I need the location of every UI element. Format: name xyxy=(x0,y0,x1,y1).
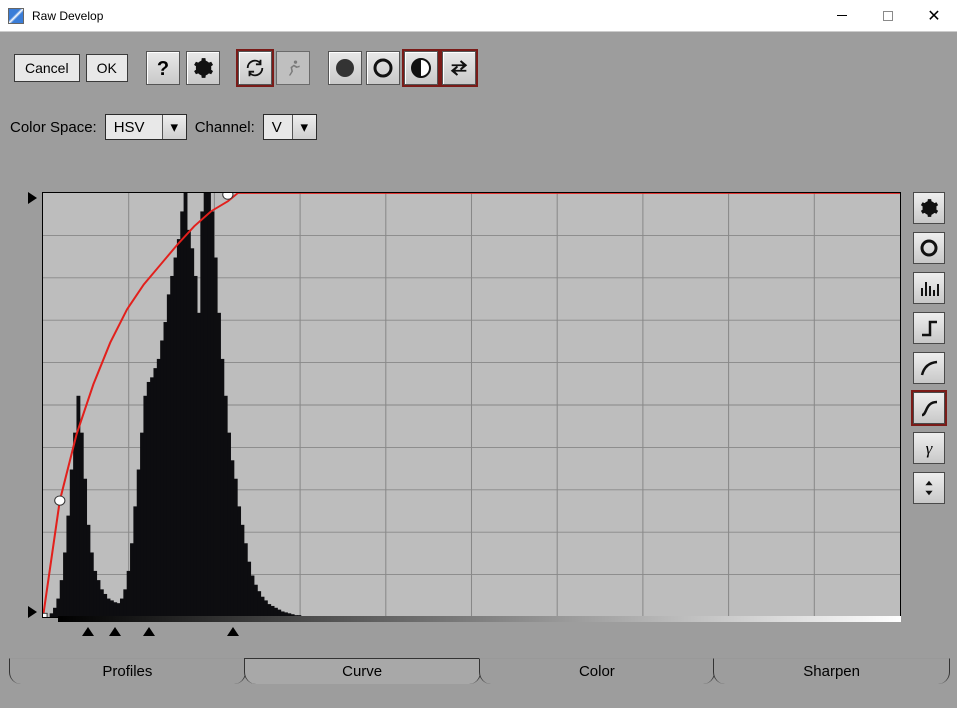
curve-canvas[interactable] xyxy=(42,192,901,618)
gear-icon xyxy=(919,198,939,218)
svg-text:γ: γ xyxy=(926,439,934,458)
running-man-icon xyxy=(283,58,303,78)
close-button[interactable]: ✕ xyxy=(911,0,957,32)
expand-button[interactable] xyxy=(913,472,945,504)
histogram-tool-button[interactable] xyxy=(913,272,945,304)
histogram-icon xyxy=(919,278,939,298)
histogram-marker[interactable] xyxy=(82,627,94,636)
step-curve-button[interactable] xyxy=(913,312,945,344)
tab-curve[interactable]: Curve xyxy=(244,658,481,684)
histogram-marker[interactable] xyxy=(109,627,121,636)
channel-value: V xyxy=(272,119,292,136)
circle-outline-icon xyxy=(919,238,939,258)
expand-icon xyxy=(920,479,938,497)
channel-label: Channel: xyxy=(195,119,255,136)
s-curve-icon xyxy=(919,398,939,418)
tab-sharpen[interactable]: Sharpen xyxy=(713,658,950,684)
log-curve-button[interactable] xyxy=(913,352,945,384)
step-icon xyxy=(919,318,939,338)
range-bottom-marker[interactable] xyxy=(28,606,37,618)
minimize-button[interactable] xyxy=(819,0,865,32)
histogram-marker[interactable] xyxy=(227,627,239,636)
window-title: Raw Develop xyxy=(32,9,103,23)
circle-outline-icon xyxy=(371,56,395,80)
swap-button[interactable] xyxy=(442,51,476,85)
tab-profiles[interactable]: Profiles xyxy=(9,658,246,684)
help-button[interactable]: ? xyxy=(146,51,180,85)
circle-tool-button[interactable] xyxy=(913,232,945,264)
refresh-button[interactable] xyxy=(238,51,272,85)
circle-filled-button[interactable] xyxy=(328,51,362,85)
chevron-down-icon: ▾ xyxy=(292,115,316,139)
gamma-icon: γ xyxy=(919,438,939,458)
app-icon xyxy=(8,8,24,24)
side-settings-button[interactable] xyxy=(913,192,945,224)
cancel-button[interactable]: Cancel xyxy=(14,54,80,82)
run-button[interactable] xyxy=(276,51,310,85)
half-circle-button[interactable] xyxy=(404,51,438,85)
channel-select[interactable]: V ▾ xyxy=(263,114,317,140)
ok-button[interactable]: OK xyxy=(86,54,128,82)
settings-button[interactable] xyxy=(186,51,220,85)
range-top-marker[interactable] xyxy=(28,192,37,204)
s-curve-button[interactable] xyxy=(913,392,945,424)
circle-filled-icon xyxy=(333,56,357,80)
chevron-down-icon: ▾ xyxy=(162,115,186,139)
colorspace-value: HSV xyxy=(114,119,162,136)
svg-text:?: ? xyxy=(157,58,169,78)
titlebar: Raw Develop ✕ xyxy=(0,0,957,32)
horizontal-gradient xyxy=(58,616,901,622)
colorspace-select[interactable]: HSV ▾ xyxy=(105,114,187,140)
colorspace-label: Color Space: xyxy=(10,119,97,136)
log-curve-icon xyxy=(919,358,939,378)
swap-icon xyxy=(448,57,470,79)
gamma-button[interactable]: γ xyxy=(913,432,945,464)
tab-color[interactable]: Color xyxy=(479,658,716,684)
circle-outline-button[interactable] xyxy=(366,51,400,85)
histogram-marker[interactable] xyxy=(143,627,155,636)
gear-icon xyxy=(192,57,214,79)
refresh-icon xyxy=(244,57,266,79)
half-circle-icon xyxy=(409,56,433,80)
maximize-button[interactable] xyxy=(865,0,911,32)
